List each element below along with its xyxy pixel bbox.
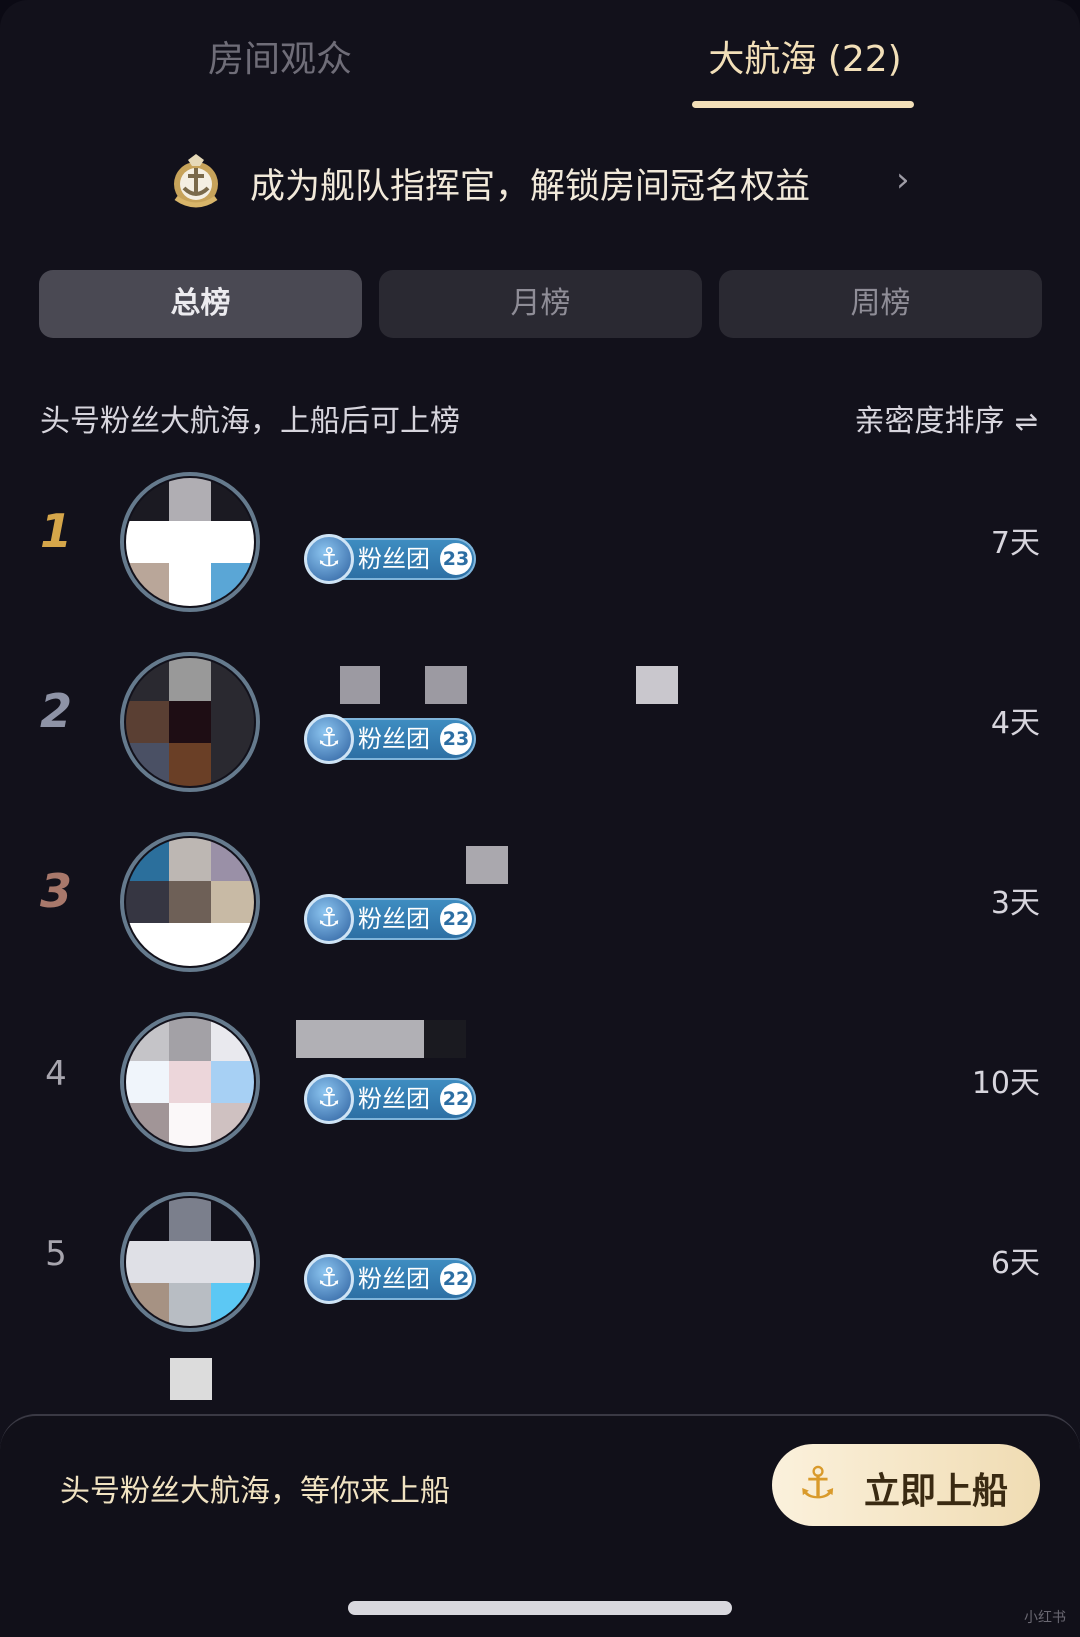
active-tab-indicator: [692, 101, 914, 108]
rank-number: 2: [39, 684, 72, 738]
segment-total[interactable]: 总榜: [39, 270, 362, 338]
anchor-icon: ⚓: [304, 714, 354, 764]
fan-club-badge: ⚓ 粉丝团 22: [304, 1074, 476, 1124]
tab-audience[interactable]: 房间观众: [130, 30, 430, 90]
username-redacted: [424, 1020, 466, 1058]
board-hint: 头号粉丝大航海，上船后可上榜: [40, 404, 460, 439]
board-now-label: 立即上船: [864, 1471, 1009, 1512]
badge-label: 粉丝团: [358, 725, 430, 753]
anchor-icon: ⚓: [798, 1458, 838, 1509]
home-indicator[interactable]: [348, 1601, 732, 1615]
avatar-frame: [120, 652, 260, 792]
ranking-row[interactable]: 2 ⚓ 粉丝团 23 4天: [0, 646, 1080, 796]
rank-number: 1: [39, 504, 72, 558]
badge-label: 粉丝团: [358, 545, 430, 573]
badge-level: 22: [440, 903, 472, 935]
days-on-board: 6天: [990, 1246, 1040, 1281]
ranking-row[interactable]: 4 ⚓ 粉丝团 22 10天: [0, 1006, 1080, 1156]
avatar-partial: [170, 1358, 212, 1400]
ranking-row[interactable]: 5 ⚓ 粉丝团 22 6天: [0, 1186, 1080, 1336]
bottom-hint: 头号粉丝大航海，等你来上船: [60, 1474, 450, 1509]
sort-label: 亲密度排序: [854, 404, 1005, 439]
username-redacted: [296, 1020, 424, 1058]
username-redacted: [466, 846, 508, 884]
badge-label: 粉丝团: [358, 1265, 430, 1293]
avatar-frame: [120, 832, 260, 972]
badge-label: 粉丝团: [358, 905, 430, 933]
segment-monthly[interactable]: 月榜: [379, 270, 702, 338]
chevron-right-icon: ›: [896, 160, 910, 200]
ranking-row[interactable]: 3 ⚓ 粉丝团 22 3天: [0, 826, 1080, 976]
avatar-frame: [120, 1012, 260, 1152]
fleet-panel: 房间观众 大航海 (22) 成为舰队指挥官，解锁房间冠名权益 › 总榜 月榜 周…: [0, 0, 1080, 1637]
anchor-icon: ⚓: [304, 1254, 354, 1304]
username-redacted: [340, 666, 380, 704]
segment-weekly[interactable]: 周榜: [719, 270, 1042, 338]
badge-level: 22: [440, 1263, 472, 1295]
fan-club-badge: ⚓ 粉丝团 23: [304, 714, 476, 764]
days-on-board: 4天: [990, 706, 1040, 741]
avatar-frame: [120, 1192, 260, 1332]
promo-text: 成为舰队指挥官，解锁房间冠名权益: [250, 167, 811, 207]
tab-fleet[interactable]: 大航海 (22): [660, 30, 950, 90]
commander-promo[interactable]: 成为舰队指挥官，解锁房间冠名权益 ›: [164, 150, 924, 214]
username-redacted: [425, 666, 467, 704]
board-now-button[interactable]: ⚓ 立即上船: [772, 1444, 1040, 1526]
fan-club-badge: ⚓ 粉丝团 22: [304, 1254, 476, 1304]
rank-number: 3: [39, 864, 72, 918]
anchor-icon: ⚓: [304, 534, 354, 584]
badge-level: 23: [440, 543, 472, 575]
badge-level: 22: [440, 1083, 472, 1115]
rank-number: 5: [45, 1234, 67, 1274]
avatar-frame: [120, 472, 260, 612]
badge-label: 粉丝团: [358, 1085, 430, 1113]
days-on-board: 3天: [990, 886, 1040, 921]
commander-anchor-icon: [174, 154, 218, 208]
days-on-board: 10天: [971, 1066, 1040, 1101]
sort-toggle[interactable]: 亲密度排序 ⇌: [855, 396, 1038, 440]
swap-icon: ⇌: [1014, 405, 1038, 438]
anchor-icon: ⚓: [304, 1074, 354, 1124]
anchor-icon: ⚓: [304, 894, 354, 944]
ranking-row[interactable]: 1 ⚓ 粉丝团 23 7天: [0, 466, 1080, 616]
rank-number: 4: [45, 1054, 67, 1094]
watermark: 小红书: [1024, 1610, 1066, 1626]
username-redacted: [636, 666, 678, 704]
badge-level: 23: [440, 723, 472, 755]
days-on-board: 7天: [990, 526, 1040, 561]
fan-club-badge: ⚓ 粉丝团 23: [304, 534, 476, 584]
fan-club-badge: ⚓ 粉丝团 22: [304, 894, 476, 944]
